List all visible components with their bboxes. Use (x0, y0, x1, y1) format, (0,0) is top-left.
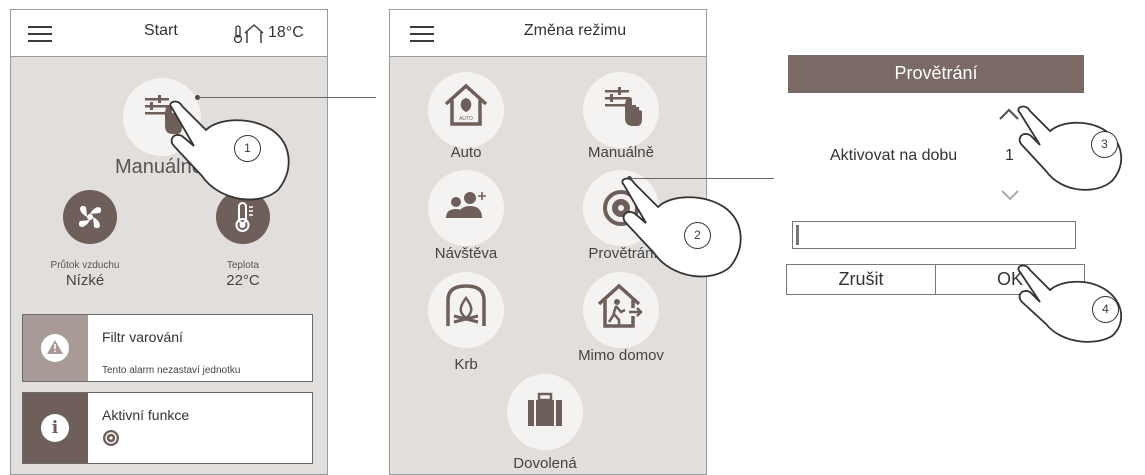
mode-auto-label: Auto (450, 144, 482, 161)
cancel-button-label: Zrušit (838, 269, 884, 289)
active-functions-card[interactable]: i Aktivní funkce (22, 392, 313, 464)
active-functions-title: Aktivní funkce (102, 407, 190, 423)
airing-mode-icon (103, 430, 119, 446)
activate-duration-label: Aktivovat na dobu (830, 147, 958, 164)
mode-airing-button[interactable]: MAX (583, 170, 659, 246)
mode-fireplace-label: Krb (454, 356, 478, 373)
airing-dialog: Provětrání Aktivovat na dobu 1 Zrušit OK (786, 55, 1086, 295)
ok-button[interactable]: OK (935, 264, 1085, 295)
menu-icon[interactable] (28, 26, 52, 42)
current-mode-label: Manuálně (115, 156, 203, 178)
mode-airing-label: Provětrání (588, 245, 658, 262)
dialog-header: Provětrání (788, 55, 1084, 93)
thermometer-house-icon (233, 24, 264, 44)
step-badge-3: 3 (1091, 131, 1118, 158)
mode-change-topbar: Změna režimu (390, 10, 706, 57)
page-title: Změna režimu (523, 22, 627, 39)
manual-sliders-icon (145, 95, 182, 134)
auto-badge: AUTO (459, 116, 473, 122)
page-title: Start (144, 22, 178, 39)
temperature-value: 22°C (226, 272, 260, 289)
mode-visit-label: Návštěva (434, 245, 498, 262)
connector-line (198, 97, 376, 98)
chevron-down-icon[interactable] (1000, 189, 1020, 201)
menu-icon[interactable] (410, 26, 434, 42)
step-badge-4: 4 (1092, 296, 1119, 323)
visitors-icon (446, 192, 486, 218)
airflow-value: Nízké (65, 272, 105, 289)
filter-warning-title: Filtr varování (102, 329, 183, 345)
chevron-up-icon[interactable] (998, 107, 1020, 121)
fan-icon (78, 206, 102, 228)
ok-button-label: OK (996, 269, 1023, 289)
activate-duration-value[interactable]: 1 (1005, 147, 1014, 165)
away-house-icon (597, 283, 643, 328)
warning-icon (47, 340, 63, 354)
progress-fill (796, 225, 799, 245)
temperature-label: Teplota (226, 260, 260, 271)
auto-house-icon: AUTO (444, 83, 488, 126)
filter-warning-card[interactable]: Filtr varování Tento alarm nezastaví jed… (22, 314, 313, 382)
thermometer-icon (235, 202, 253, 232)
fireplace-icon (446, 284, 486, 326)
mode-manual-label: Manuálně (588, 144, 654, 161)
manual-mode-button[interactable] (123, 78, 201, 156)
info-icon: i (51, 418, 59, 438)
temperature-button[interactable] (216, 190, 270, 244)
mode-visit-button[interactable] (428, 170, 504, 246)
suitcase-icon (528, 392, 562, 426)
max-badge: MAX (628, 186, 640, 192)
airflow-button[interactable] (63, 190, 117, 244)
mode-holiday-label: Dovolená (513, 455, 577, 472)
manual-sliders-icon (605, 87, 642, 126)
connector-line (630, 178, 774, 179)
dialog-title: Provětrání (894, 63, 978, 83)
cancel-button[interactable]: Zrušit (786, 264, 936, 295)
start-screen: Start 18°C Manuálně Průtok vzduchu Nízké… (10, 9, 328, 475)
warning-icon-panel (23, 315, 88, 381)
mode-away-button[interactable] (583, 272, 659, 348)
outdoor-temperature: 18°C (268, 24, 304, 41)
mode-auto-button[interactable]: AUTO (428, 72, 504, 148)
airing-max-icon: MAX (603, 186, 640, 226)
mode-holiday-button[interactable] (507, 374, 583, 450)
mode-away-label: Mimo domov (578, 347, 664, 364)
info-icon-panel: i (23, 393, 88, 463)
filter-warning-description: Tento alarm nezastaví jednotku (102, 365, 241, 376)
start-topbar: Start 18°C (11, 10, 327, 57)
duration-progress-bar (792, 221, 1076, 249)
mode-fireplace-button[interactable] (428, 272, 504, 348)
airflow-label: Průtok vzduchu (50, 260, 120, 271)
mode-change-screen: Změna režimu AUTO Auto Manuálně Návštěva… (389, 9, 707, 475)
mode-manual-button[interactable] (583, 72, 659, 148)
step-badge-2: 2 (684, 222, 711, 249)
step-badge-1: 1 (234, 135, 261, 162)
